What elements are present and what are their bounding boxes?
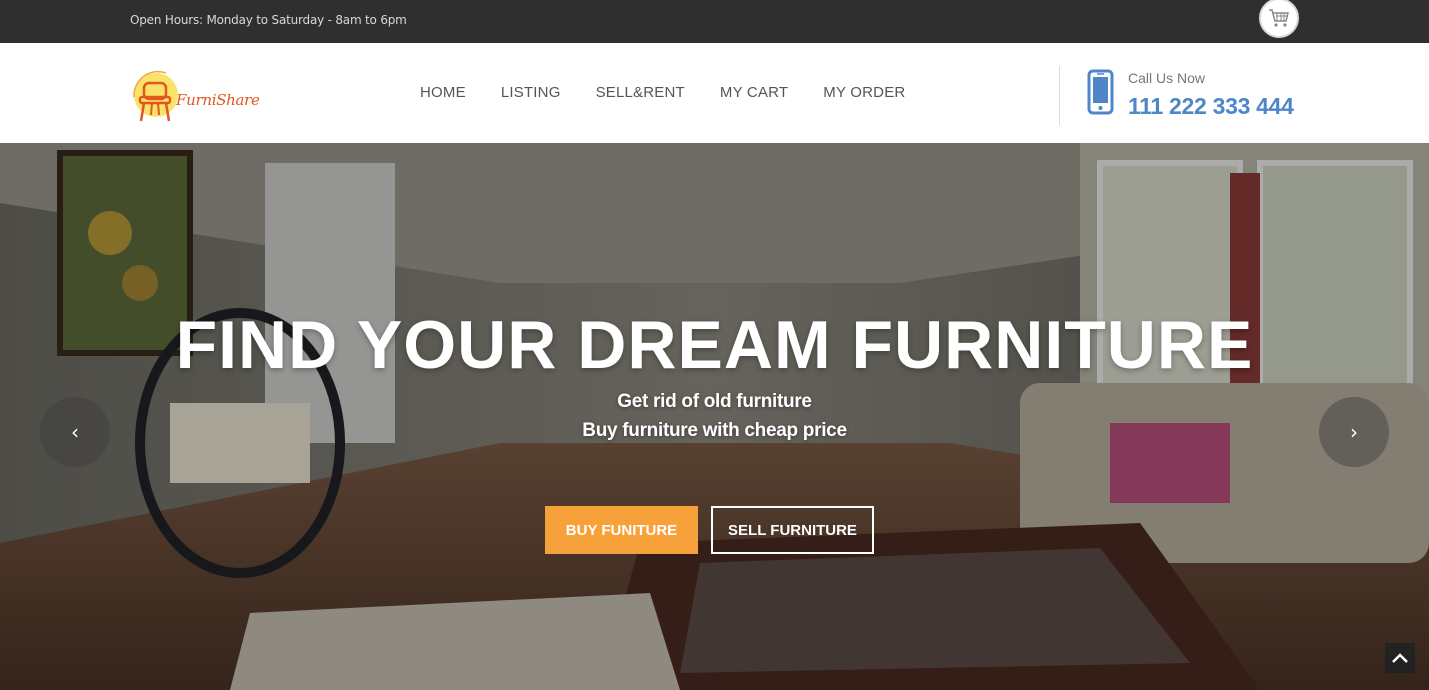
- hero-slider: FIND YOUR DREAM FURNITURE Get rid of old…: [0, 143, 1429, 690]
- nav-listing[interactable]: LISTING: [501, 84, 561, 101]
- scroll-to-top-button[interactable]: [1385, 643, 1415, 673]
- main-nav: HOME LISTING SELL&RENT MY CART MY ORDER: [420, 84, 940, 101]
- slider-next-button[interactable]: ›: [1319, 397, 1389, 467]
- nav-home[interactable]: HOME: [420, 84, 466, 101]
- chevron-right-icon: ›: [1350, 420, 1358, 444]
- nav-my-order[interactable]: MY ORDER: [823, 84, 905, 101]
- phone-number[interactable]: 111 222 333 444: [1128, 93, 1294, 120]
- sell-furniture-button[interactable]: SELL FURNITURE: [711, 506, 874, 554]
- slider-prev-button[interactable]: ‹: [40, 397, 110, 467]
- site-header: FurniShare HOME LISTING SELL&RENT MY CAR…: [0, 43, 1429, 143]
- logo-text: FurniShare: [176, 91, 260, 109]
- header-divider: [1059, 66, 1060, 125]
- hero-title: FIND YOUR DREAM FURNITURE: [175, 307, 1254, 383]
- cart-icon: [1269, 9, 1289, 27]
- nav-my-cart[interactable]: MY CART: [720, 84, 788, 101]
- hero-subtitle-line1: Get rid of old furniture: [617, 391, 812, 412]
- top-bar: Open Hours: Monday to Saturday - 8am to …: [0, 0, 1429, 43]
- call-us-label: Call Us Now: [1128, 70, 1206, 86]
- buy-furniture-button[interactable]: BUY FUNITURE: [545, 506, 698, 554]
- chevron-left-icon: ‹: [71, 420, 79, 444]
- hero-subtitle-line2: Buy furniture with cheap price: [582, 420, 847, 441]
- phone-icon: [1087, 69, 1114, 115]
- hero-background-image: [0, 143, 1429, 690]
- site-logo[interactable]: FurniShare: [130, 67, 265, 127]
- chevron-up-icon: [1392, 653, 1408, 663]
- open-hours-text: Open Hours: Monday to Saturday - 8am to …: [130, 13, 407, 27]
- nav-sell-rent[interactable]: SELL&RENT: [596, 84, 685, 101]
- cart-button[interactable]: [1259, 0, 1299, 38]
